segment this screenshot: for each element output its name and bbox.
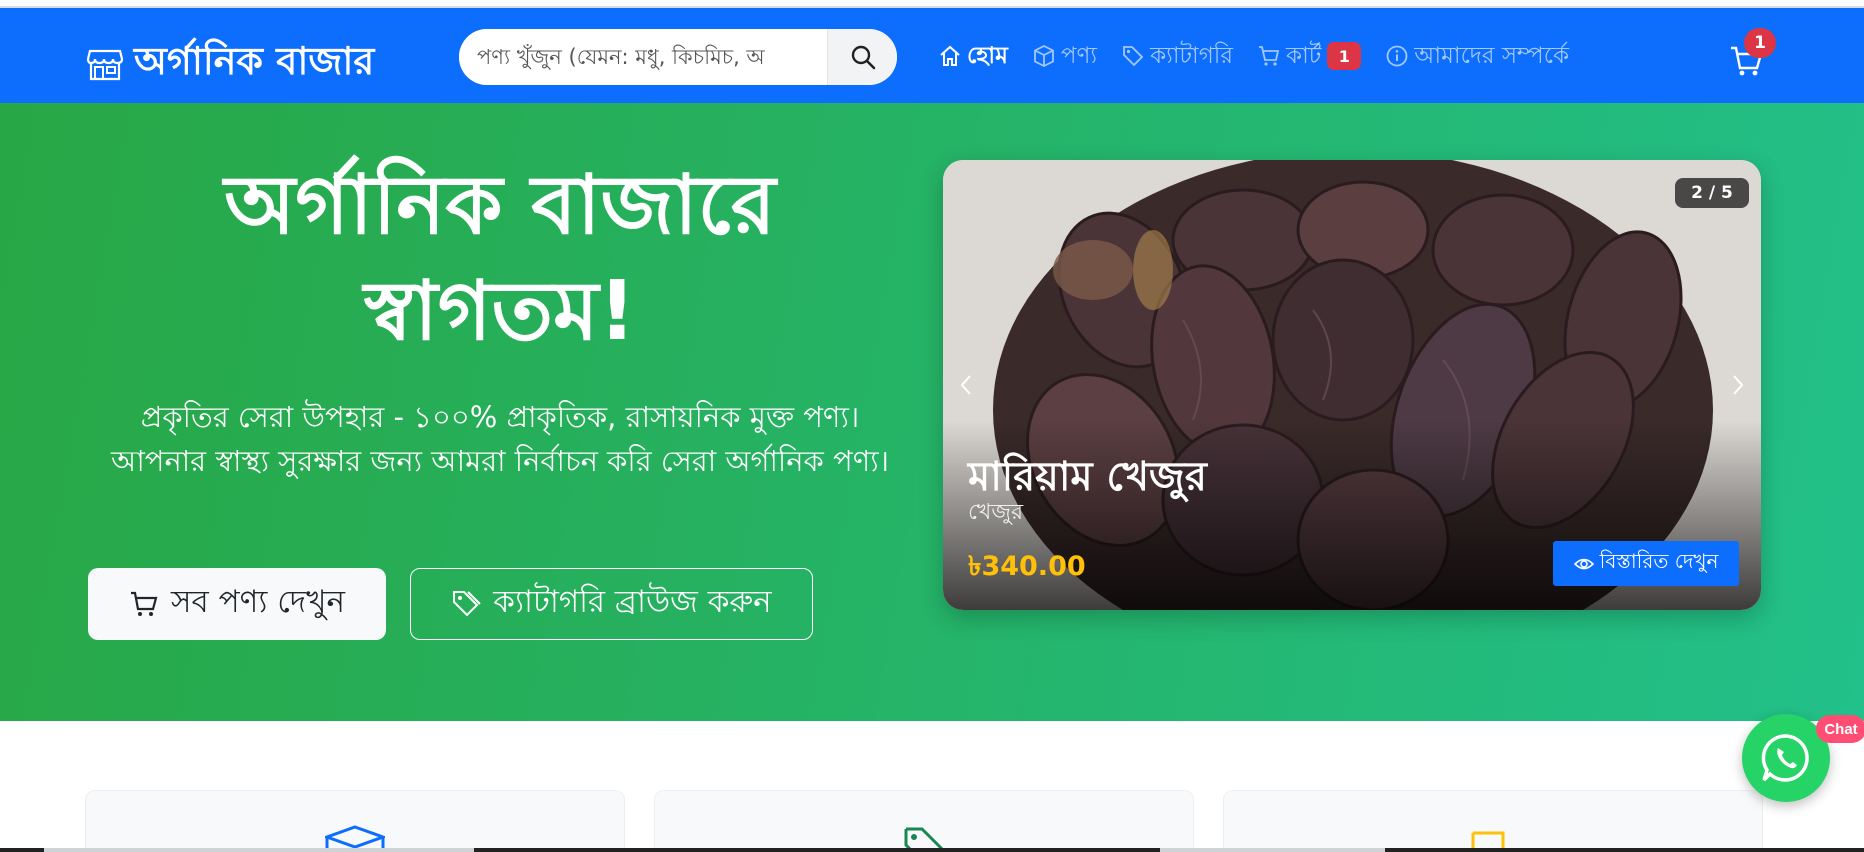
carousel-dot[interactable] <box>1289 735 1305 751</box>
search-form <box>459 29 897 85</box>
nav-products-label: পণ্য <box>1060 42 1098 69</box>
nav-categories-label: ক্যাটাগরি <box>1150 42 1233 69</box>
feature-card <box>1223 790 1763 852</box>
nav-cart-label: কার্ট <box>1286 42 1322 69</box>
tags-icon <box>453 591 482 617</box>
view-details-label: বিস্তারিত দেখুন <box>1599 549 1719 573</box>
brand-link[interactable]: অর্গানিক বাজার <box>86 32 374 96</box>
product-category: খেজুর <box>968 500 1024 525</box>
info-icon <box>1386 45 1408 67</box>
hero-section: অর্গানিক বাজারে স্বাগতম! প্রকৃতির সেরা উ… <box>0 103 1864 751</box>
feature-card <box>654 790 1194 852</box>
carousel-dot[interactable] <box>1397 735 1413 751</box>
chevron-right-icon <box>1733 375 1744 395</box>
carousel-next-button[interactable] <box>1727 370 1749 400</box>
browser-top-edge <box>0 0 1864 8</box>
hero-subtitle: প্রকৃতির সেরা উপহার - ১০০% প্রাকৃতিক, রা… <box>110 400 890 478</box>
nav-products[interactable]: পণ্য <box>1032 36 1097 76</box>
box-icon <box>1033 44 1054 68</box>
navbar: অর্গানিক বাজার হোম পণ্য <box>0 8 1864 103</box>
search-button[interactable] <box>827 29 897 85</box>
search-input[interactable] <box>459 29 827 85</box>
nav-cart[interactable]: কার্ট 1 <box>1257 36 1362 76</box>
nav-home[interactable]: হোম <box>938 36 1008 76</box>
hero-title-line2: স্বাগতম! <box>364 264 636 359</box>
carousel-dot-active[interactable] <box>1316 735 1332 751</box>
brand-name: অর্গানিক বাজার <box>134 39 375 83</box>
browse-categories-label: ক্যাটাগরি ব্রাউজ করুন <box>493 584 772 620</box>
shop-icon <box>86 49 124 81</box>
tag-icon <box>1123 46 1144 67</box>
nav-cart-badge: 1 <box>1327 42 1362 70</box>
feature-card <box>85 790 625 852</box>
slide-counter: 2 / 5 <box>1675 178 1749 208</box>
nav-about-label: আমাদের সম্পর্কে <box>1414 42 1570 69</box>
view-all-products-label: সব পণ্য দেখুন <box>171 584 345 620</box>
hero-title-line1: অর্গানিক বাজারে <box>224 158 776 253</box>
carousel-prev-button[interactable] <box>955 370 977 400</box>
eye-icon <box>1573 558 1594 569</box>
nav-home-label: হোম <box>967 42 1008 69</box>
view-all-products-button[interactable]: সব পণ্য দেখুন <box>88 568 386 640</box>
hero-title: অর্গানিক বাজারে স্বাগতম! <box>60 153 940 365</box>
cart-icon <box>1259 46 1280 66</box>
nav-categories[interactable]: ক্যাটাগরি <box>1121 36 1233 76</box>
view-details-button[interactable]: বিস্তারিত দেখুন <box>1553 541 1739 586</box>
carousel-indicators <box>1289 735 1424 751</box>
chevron-left-icon <box>960 375 971 395</box>
chat-badge: Chat <box>1816 715 1864 743</box>
product-carousel: 2 / 5 মারিয়াম খেজুর খেজুর ৳340.00 বিস্ত… <box>943 160 1761 610</box>
carousel-dot[interactable] <box>1343 735 1359 751</box>
nav-about[interactable]: আমাদের সম্পর্কে <box>1385 36 1569 76</box>
main-nav: হোম পণ্য ক্যাটাগরি কার্ট 1 আমাদের সম্পর্… <box>938 36 1593 76</box>
cart-icon <box>131 591 158 616</box>
cart-count-badge: 1 <box>1744 28 1776 58</box>
carousel-dot[interactable] <box>1370 735 1386 751</box>
bottom-edge <box>0 848 1864 852</box>
browse-categories-button[interactable]: ক্যাটাগরি ব্রাউজ করুন <box>410 568 813 640</box>
product-price: ৳340.00 <box>968 551 1086 582</box>
house-icon <box>940 45 960 66</box>
search-icon <box>851 45 875 70</box>
whatsapp-icon <box>1761 734 1809 782</box>
